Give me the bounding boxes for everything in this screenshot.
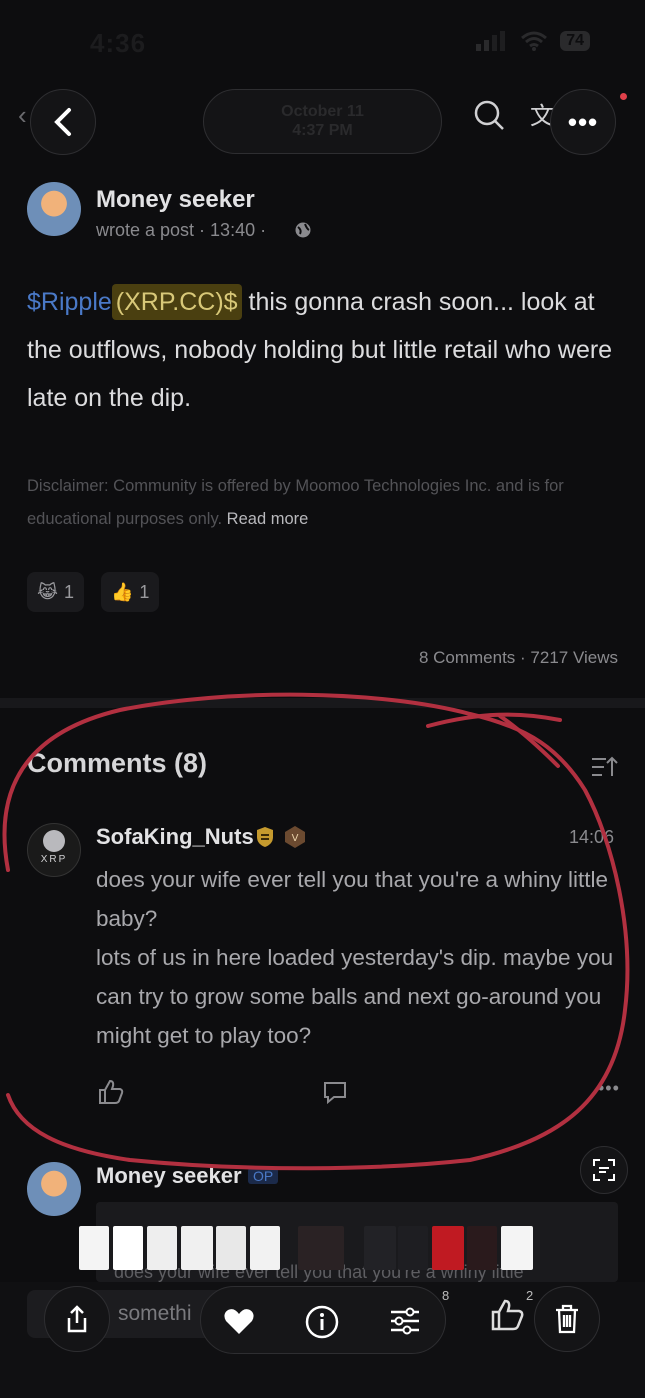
reaction-count: 1 [64, 581, 75, 602]
wifi-icon [521, 31, 548, 51]
status-icons: 74 [474, 30, 590, 52]
thumbnail[interactable] [398, 1226, 428, 1270]
post-body: $Ripple (XRP.CC)$ this gonna crash soon..… [27, 278, 617, 422]
post-meta: wrote a post · 13:40 · [96, 220, 267, 240]
signal-icon [476, 31, 506, 51]
thumbnail[interactable] [216, 1226, 246, 1270]
laughing-cat-icon: 😹 [37, 581, 59, 602]
status-time: 4:36 [90, 28, 147, 58]
info-icon[interactable] [305, 1305, 339, 1339]
like-comment-icon[interactable] [98, 1079, 124, 1105]
thumbnail[interactable] [250, 1226, 280, 1270]
more-options-button[interactable]: ••• [550, 89, 616, 155]
comment-line-2: lots of us in here loaded yesterday's di… [96, 945, 614, 1048]
like-count: 2 [526, 1288, 534, 1303]
share-button[interactable] [44, 1286, 110, 1352]
thumbnail[interactable] [181, 1226, 213, 1270]
thumbnail[interactable] [79, 1226, 109, 1270]
op-badge: OP [248, 1168, 279, 1184]
reply-icon[interactable] [322, 1080, 348, 1104]
read-more-link[interactable]: Read more [227, 510, 309, 528]
thumbnail[interactable] [298, 1226, 344, 1270]
search-icon[interactable] [472, 98, 506, 132]
author-name[interactable]: Money seeker [96, 186, 255, 214]
comment-line-1: does your wife ever tell you that you're… [96, 867, 609, 931]
disclaimer: Disclaimer: Community is offered by Moom… [27, 470, 622, 536]
reaction-laugh[interactable]: 😹 1 [27, 572, 85, 612]
thumbnail[interactable] [467, 1226, 497, 1270]
thumbs-up-icon: 👍 [111, 581, 134, 602]
comments-title: Comments (8) [27, 748, 208, 778]
chevron-left-icon [54, 108, 71, 136]
reaction-count: 1 [139, 581, 150, 602]
reply-author-name[interactable]: Money seeker [96, 1163, 242, 1189]
more-dots-icon: ••• [567, 107, 599, 137]
sort-icon[interactable] [590, 754, 618, 780]
level-badge-icon: V [285, 826, 305, 848]
op-avatar[interactable] [27, 1162, 81, 1216]
thumbs-up-outline-icon[interactable] [490, 1298, 524, 1332]
thumbnail[interactable] [432, 1226, 464, 1270]
scan-text-button[interactable] [580, 1146, 628, 1194]
commenter-avatar[interactable]: XRP [27, 823, 81, 877]
photo-date: October 11 [281, 103, 364, 120]
battery-level: 74 [560, 31, 590, 51]
comment-more-icon[interactable]: ••• [598, 1078, 620, 1099]
thumbnail[interactable] [501, 1226, 533, 1270]
thumbnail[interactable] [147, 1226, 177, 1270]
comment-body: does your wife ever tell you that you're… [96, 860, 621, 1055]
back-button[interactable] [30, 89, 96, 155]
thumbnail[interactable] [364, 1226, 396, 1270]
trash-icon [556, 1304, 578, 1334]
post-stats: 8 Comments · 7217 Views [418, 648, 618, 667]
comment-time: 14:06 [569, 827, 615, 847]
cashtag-link[interactable]: $Ripple [27, 288, 112, 316]
comment-count: 8 [442, 1288, 450, 1303]
back-chevron-icon[interactable]: ‹ [18, 100, 27, 131]
thumbnail[interactable] [113, 1226, 143, 1270]
commenter-name[interactable]: SofaKing_Nuts [96, 824, 254, 850]
globe-icon [295, 222, 311, 238]
shield-badge-icon [257, 827, 273, 847]
share-icon [67, 1305, 87, 1333]
comment-input-placeholder: somethi [118, 1302, 192, 1325]
adjust-icon[interactable] [389, 1307, 421, 1335]
reaction-thumbs-up[interactable]: 👍 1 [101, 572, 160, 612]
delete-button[interactable] [534, 1286, 600, 1352]
avatar-xrp-label: XRP [40, 854, 68, 865]
photo-actions-bar [200, 1286, 446, 1354]
notification-dot [620, 93, 627, 100]
author-avatar[interactable] [27, 182, 81, 236]
photo-time: 4:37 PM [292, 122, 353, 139]
svg-text:V: V [292, 833, 299, 844]
scan-text-icon [593, 1159, 615, 1181]
photo-date-pill: October 11 4:37 PM [203, 89, 442, 154]
ticker-link[interactable]: (XRP.CC)$ [111, 284, 242, 320]
section-divider [0, 698, 645, 708]
heart-icon[interactable] [223, 1307, 255, 1335]
avatar-figure [43, 830, 65, 852]
